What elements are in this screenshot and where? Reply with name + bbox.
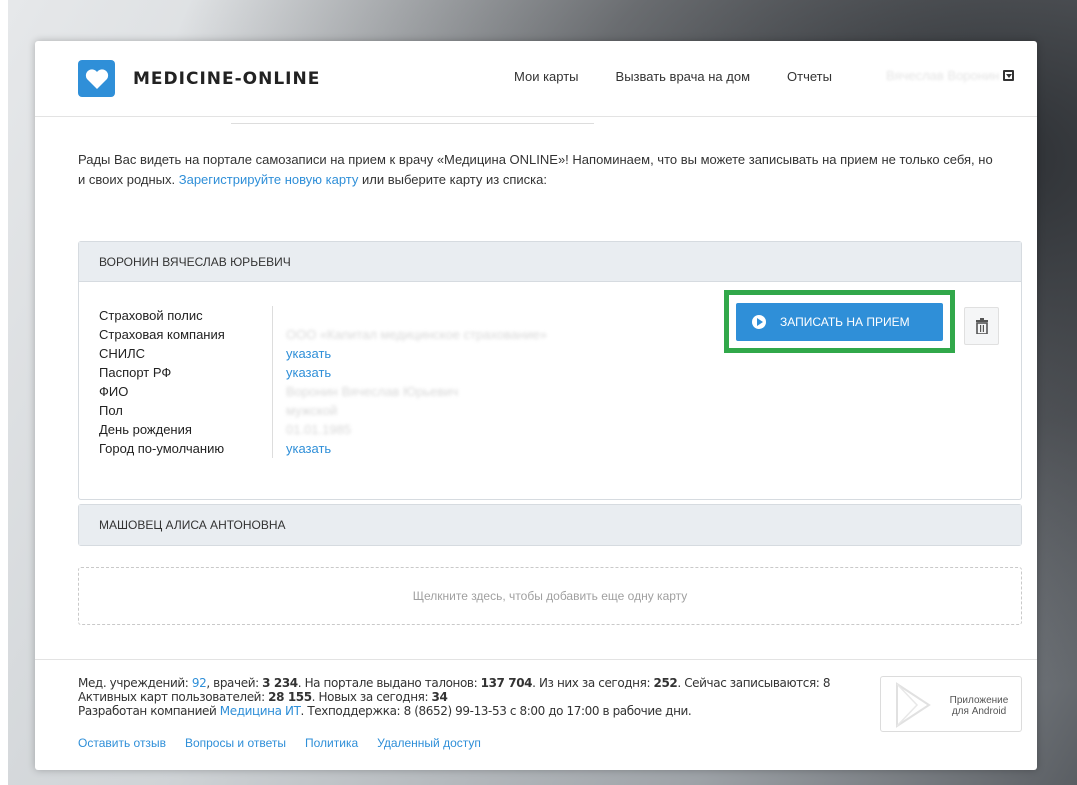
city-link[interactable]: указать [273, 441, 331, 456]
portal-stats: Мед. учреждений: 92, врачей: 3 234. На п… [78, 676, 830, 718]
patient-fields: Страховой полис Страховая компания ООО «… [99, 306, 699, 458]
user-menu[interactable]: Вячеслав Воронин [886, 68, 1015, 83]
field-row-insurer: Страховая компания ООО «Капитал медицинс… [99, 325, 699, 344]
field-value-insurer: ООО «Капитал медицинское страхование» [286, 327, 547, 342]
dropdown-icon[interactable] [1003, 70, 1015, 81]
logo[interactable]: MEDICINE-ONLINE [78, 60, 320, 97]
tickets-count: 137 704 [480, 676, 533, 690]
field-row-passport: Паспорт РФ указать [99, 363, 699, 382]
policy-underline [231, 123, 594, 124]
stats-text: . Новых за сегодня: [311, 690, 432, 704]
field-row-snils: СНИЛС указать [99, 344, 699, 363]
active-cards-count: 28 155 [268, 690, 312, 704]
patient-card[interactable]: МАШОВЕЦ АЛИСА АНТОНОВНА [78, 504, 1022, 546]
brand-name: MEDICINE-ONLINE [133, 68, 321, 89]
stats-line-3: Разработан компанией Медицина ИТ. Техпод… [78, 704, 830, 718]
field-label: Страховой полис [99, 306, 273, 325]
institutions-link[interactable]: 92 [192, 676, 207, 690]
window-edge [0, 0, 8, 785]
field-row-city: Город по-умолчанию указать [99, 439, 699, 458]
patient-name: МАШОВЕЦ АЛИСА АНТОНОВНА [99, 518, 286, 532]
header: MEDICINE-ONLINE Мои карты Вызвать врача … [35, 41, 1037, 117]
patient-header[interactable]: ВОРОНИН ВЯЧЕСЛАВ ЮРЬЕВИЧ [79, 242, 1021, 282]
stats-line-2: Активных карт пользователей: 28 155. Нов… [78, 690, 830, 704]
field-label: Город по-умолчанию [99, 439, 273, 458]
field-label: День рождения [99, 420, 273, 439]
android-line-2: для Android [951, 706, 1007, 717]
faq-link[interactable]: Вопросы и ответы [185, 736, 286, 750]
main-nav: Мои карты Вызвать врача на дом Отчеты [514, 69, 869, 84]
footer-divider [35, 659, 1037, 660]
footer-links: Оставить отзыв Вопросы и ответы Политика… [78, 736, 500, 750]
trash-icon [975, 318, 988, 334]
doctors-count: 3 234 [262, 676, 298, 690]
field-label: Страховая компания [99, 325, 273, 344]
intro-text-after: или выберите карту из списка: [358, 172, 547, 187]
intro-text: Рады Вас видеть на портале самозаписи на… [78, 150, 998, 190]
android-app-button[interactable]: Приложение для Android [880, 676, 1022, 732]
play-store-icon [896, 682, 931, 728]
field-row-birthday: День рождения 01.01.1985 [99, 420, 699, 439]
register-card-link[interactable]: Зарегистрируйте новую карту [179, 172, 359, 187]
field-value-fio: Воронин Вячеслав Юрьевич [286, 384, 459, 399]
today-count: 252 [653, 676, 678, 690]
field-label: Паспорт РФ [99, 363, 273, 382]
add-card-area[interactable]: Щелкните здесь, чтобы добавить еще одну … [78, 567, 1022, 625]
snils-link[interactable]: указать [273, 346, 331, 361]
nav-reports[interactable]: Отчеты [787, 69, 832, 84]
android-line-1: Приложение [949, 695, 1009, 706]
stats-text: . Техподдержка: 8 (8652) 99-13-53 с 8:00… [300, 704, 692, 718]
make-appointment-label: ЗАПИСАТЬ НА ПРИЕМ [780, 315, 910, 329]
patient-card: ВОРОНИН ВЯЧЕСЛАВ ЮРЬЕВИЧ Страховой полис… [78, 241, 1022, 500]
main-card: MEDICINE-ONLINE Мои карты Вызвать врача … [35, 41, 1037, 770]
delete-card-button[interactable] [964, 307, 999, 345]
new-today-count: 34 [431, 690, 448, 704]
field-value-gender: мужской [286, 403, 338, 418]
stats-text: Активных карт пользователей: [78, 690, 269, 704]
passport-link[interactable]: указать [273, 365, 331, 380]
stats-text: . На портале выдано талонов: [297, 676, 481, 690]
feedback-link[interactable]: Оставить отзыв [78, 736, 166, 750]
field-row-fio: ФИО Воронин Вячеслав Юрьевич [99, 382, 699, 401]
user-name[interactable]: Вячеслав Воронин [886, 68, 999, 83]
stats-text: , врачей: [206, 676, 263, 690]
patient-header[interactable]: МАШОВЕЦ АЛИСА АНТОНОВНА [79, 505, 1021, 545]
stats-text: Разработан компанией [78, 704, 220, 718]
field-row-gender: Пол мужской [99, 401, 699, 420]
field-label: Пол [99, 401, 273, 420]
make-appointment-button[interactable]: ЗАПИСАТЬ НА ПРИЕМ [736, 303, 943, 341]
nav-my-cards[interactable]: Мои карты [514, 69, 579, 84]
android-app-label: Приложение для Android [943, 695, 1015, 717]
nav-call-doctor[interactable]: Вызвать врача на дом [616, 69, 751, 84]
stats-text: . Из них за сегодня: [532, 676, 654, 690]
field-value-birthday: 01.01.1985 [286, 422, 352, 437]
stats-text: Мед. учреждений: [78, 676, 192, 690]
stats-text: . Сейчас записываются: 8 [677, 676, 831, 690]
patient-name: ВОРОНИН ВЯЧЕСЛАВ ЮРЬЕВИЧ [99, 254, 291, 269]
stats-line-1: Мед. учреждений: 92, врачей: 3 234. На п… [78, 676, 830, 690]
field-label: СНИЛС [99, 344, 273, 363]
field-row-policy: Страховой полис [99, 306, 699, 325]
heart-logo-icon [78, 60, 115, 97]
play-circle-icon [752, 315, 766, 329]
remote-access-link[interactable]: Удаленный доступ [377, 736, 481, 750]
add-card-label: Щелкните здесь, чтобы добавить еще одну … [412, 589, 688, 603]
policy-link[interactable]: Политика [305, 736, 358, 750]
field-label: ФИО [99, 382, 273, 401]
company-link[interactable]: Медицина ИТ [220, 704, 301, 718]
